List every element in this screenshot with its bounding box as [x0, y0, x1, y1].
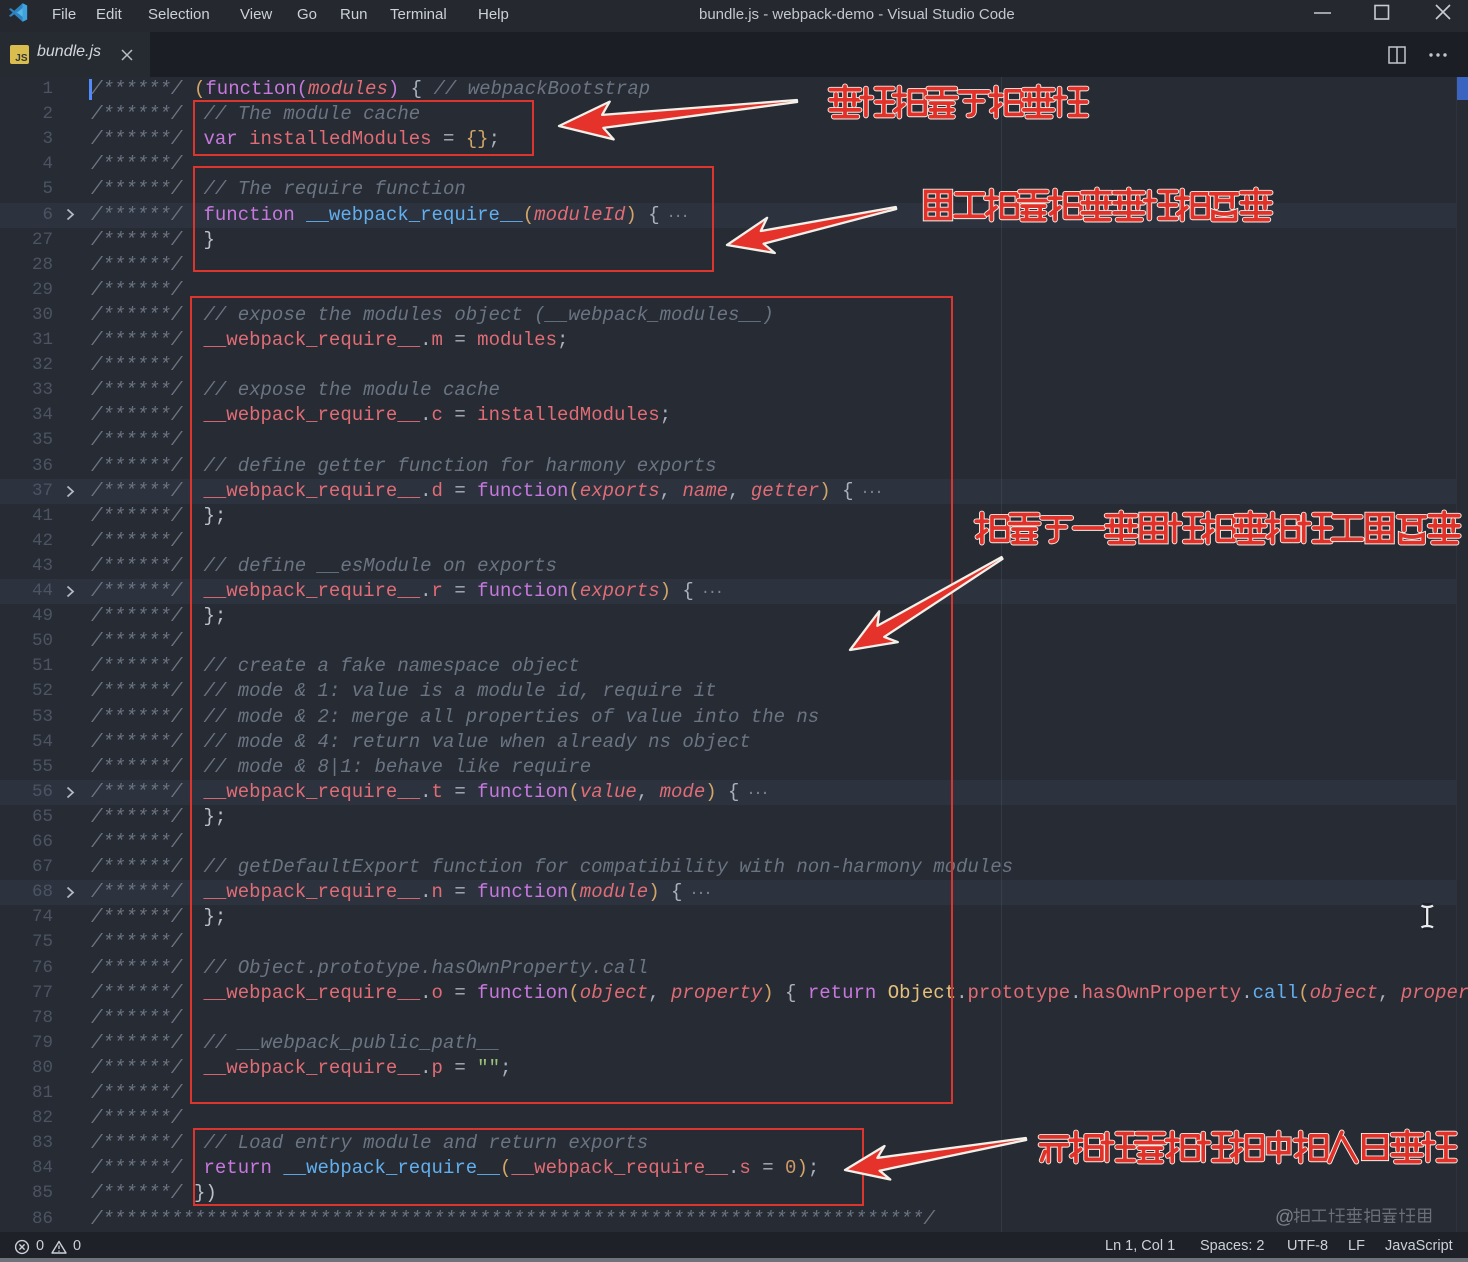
svg-text:@: @	[1275, 1207, 1294, 1228]
